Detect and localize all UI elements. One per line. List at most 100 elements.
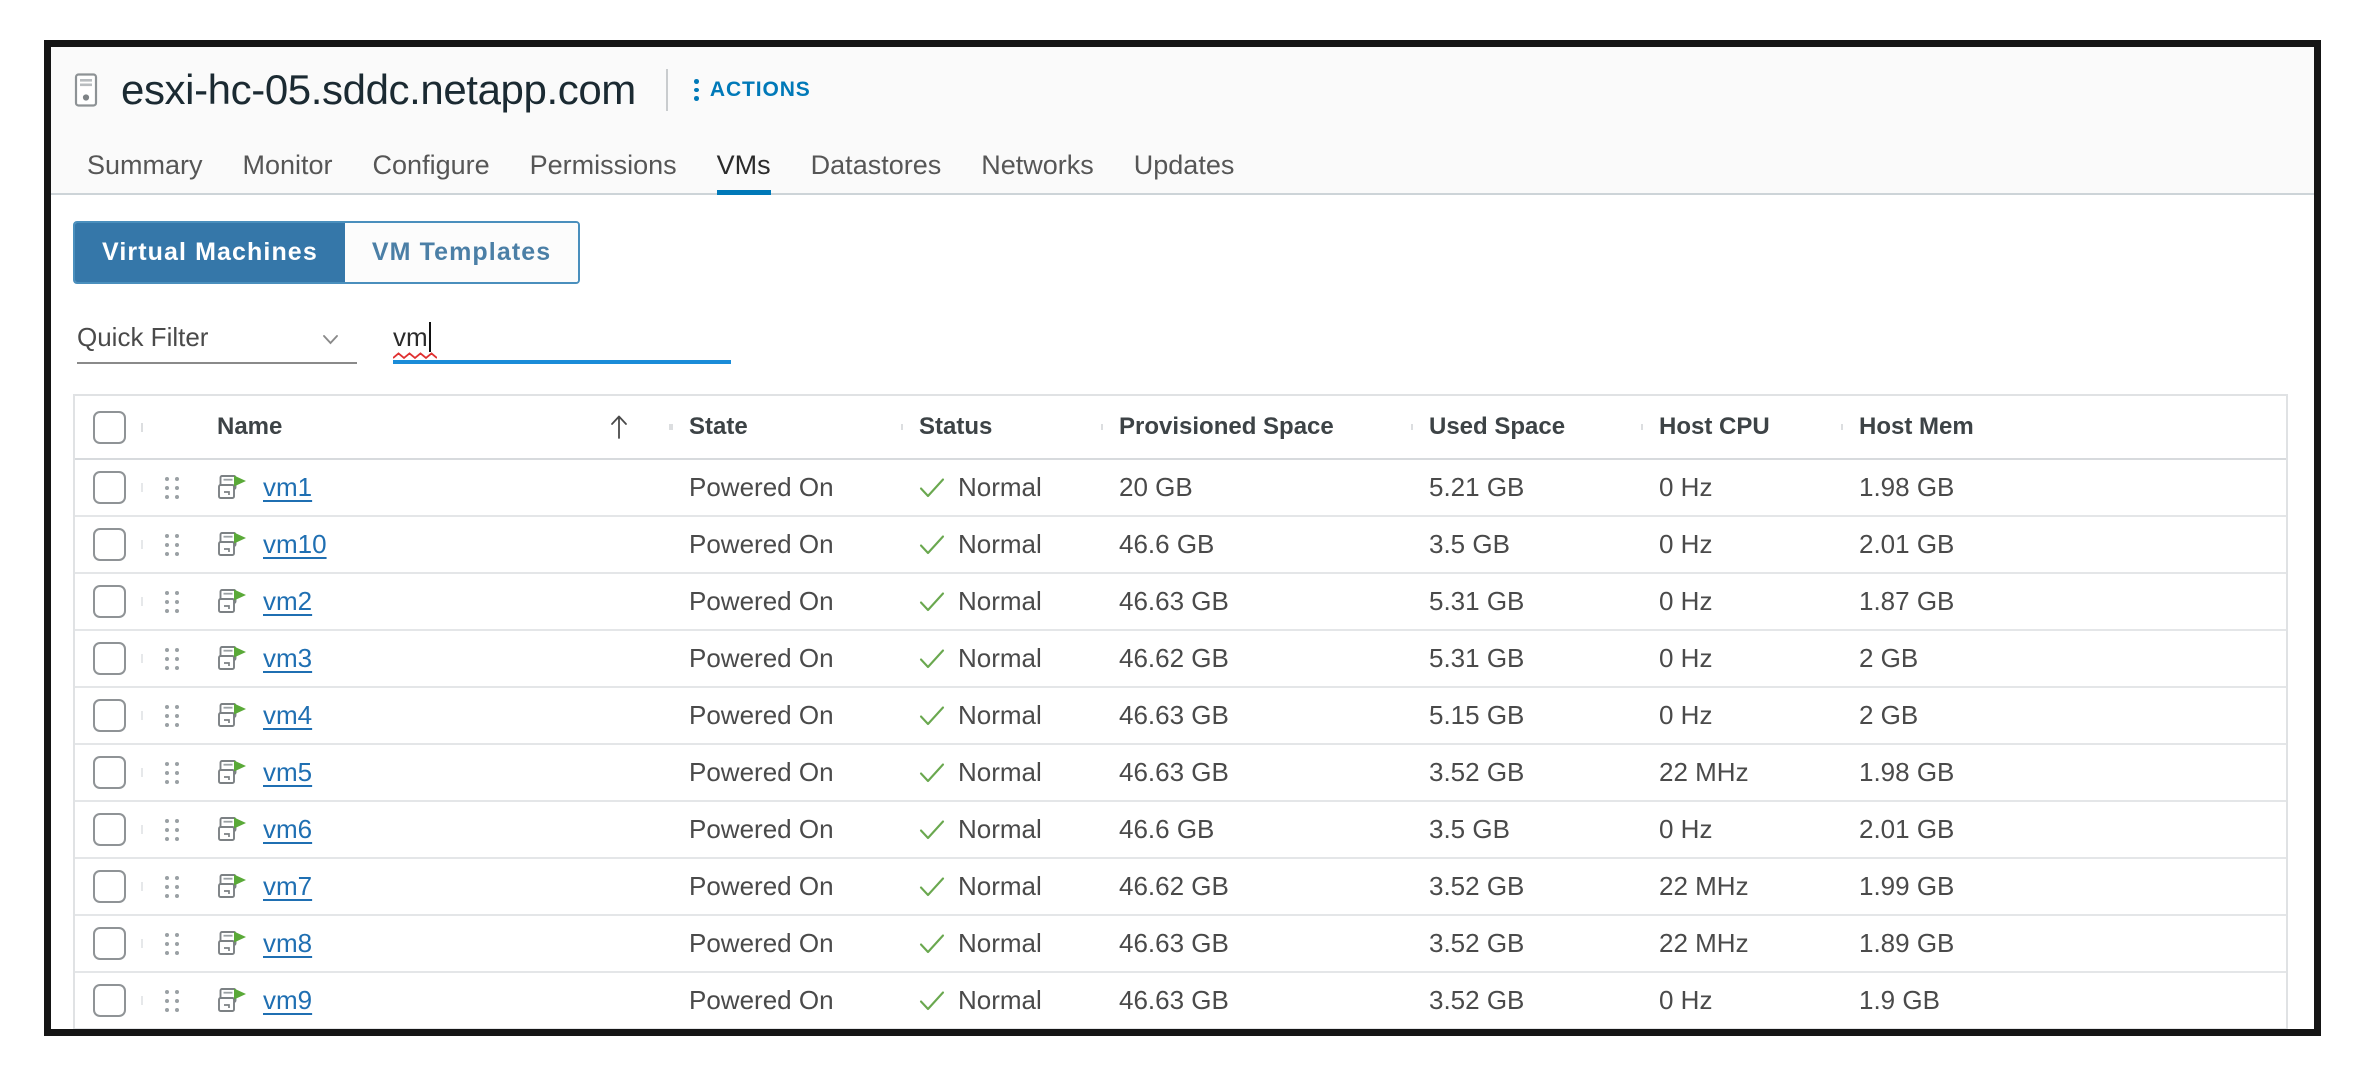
filter-search-input[interactable]: vm xyxy=(393,322,731,364)
row-provisioned-cell: 46.63 GB xyxy=(1101,757,1411,788)
row-provisioned-cell: 46.62 GB xyxy=(1101,643,1411,674)
column-header-state[interactable]: State xyxy=(671,413,901,441)
row-checkbox[interactable] xyxy=(93,870,126,903)
row-name-cell: vm3 xyxy=(201,643,671,674)
vm-name-link[interactable]: vm6 xyxy=(263,814,312,845)
actions-button[interactable]: ACTIONS xyxy=(694,78,811,102)
vm-name-link[interactable]: vm3 xyxy=(263,643,312,674)
vm-name-link[interactable]: vm5 xyxy=(263,757,312,788)
row-checkbox[interactable] xyxy=(93,927,126,960)
row-checkbox[interactable] xyxy=(93,585,126,618)
row-host-cpu: 22 MHz xyxy=(1659,928,1749,958)
green-check-icon xyxy=(919,933,945,955)
row-host-cpu: 0 Hz xyxy=(1659,586,1712,616)
row-mem-cell: 2 GB xyxy=(1841,700,2286,731)
row-name-cell: vm4 xyxy=(201,700,671,731)
row-provisioned-space: 46.6 GB xyxy=(1119,814,1214,844)
row-checkbox[interactable] xyxy=(93,699,126,732)
row-used-space: 5.31 GB xyxy=(1429,586,1524,616)
quick-filter-select[interactable]: Quick Filter xyxy=(77,322,357,364)
drag-handle-icon[interactable] xyxy=(165,990,179,1012)
table-row[interactable]: vm9 Powered On Normal 46.63 GB 3.52 GB 0… xyxy=(75,973,2286,1029)
vm-name-link[interactable]: vm9 xyxy=(263,985,312,1016)
row-host-mem: 1.89 GB xyxy=(1859,928,1954,958)
row-mem-cell: 1.98 GB xyxy=(1841,472,2286,503)
row-cpu-cell: 0 Hz xyxy=(1641,985,1841,1016)
vms-panel: Virtual Machines VM Templates Quick Filt… xyxy=(51,195,2314,1029)
column-header-host-cpu[interactable]: Host CPU xyxy=(1641,413,1841,441)
row-select-cell xyxy=(75,699,143,732)
row-status-cell: Normal xyxy=(901,700,1101,731)
primary-tab-bar: Summary Monitor Configure Permissions VM… xyxy=(51,133,2314,195)
tab-networks[interactable]: Networks xyxy=(961,152,1114,193)
row-status: Normal xyxy=(958,985,1042,1016)
row-provisioned-cell: 46.63 GB xyxy=(1101,985,1411,1016)
column-header-name[interactable]: Name xyxy=(201,413,671,441)
vm-powered-on-icon xyxy=(217,987,249,1015)
row-state: Powered On xyxy=(689,643,834,673)
drag-handle-icon[interactable] xyxy=(165,819,179,841)
tab-updates[interactable]: Updates xyxy=(1114,152,1255,193)
row-select-cell xyxy=(75,471,143,504)
green-check-icon xyxy=(919,591,945,613)
row-host-cpu: 0 Hz xyxy=(1659,985,1712,1015)
column-header-status[interactable]: Status xyxy=(901,413,1101,441)
drag-handle-icon[interactable] xyxy=(165,762,179,784)
row-mem-cell: 1.89 GB xyxy=(1841,928,2286,959)
row-state-cell: Powered On xyxy=(671,814,901,845)
drag-handle-icon[interactable] xyxy=(165,477,179,499)
tab-permissions[interactable]: Permissions xyxy=(510,152,697,193)
row-provisioned-cell: 46.63 GB xyxy=(1101,586,1411,617)
row-drag-cell xyxy=(143,534,201,556)
row-used-space: 3.5 GB xyxy=(1429,529,1510,559)
toggle-vm-templates[interactable]: VM Templates xyxy=(345,223,578,282)
drag-handle-icon[interactable] xyxy=(165,591,179,613)
row-checkbox[interactable] xyxy=(93,756,126,789)
drag-handle-icon[interactable] xyxy=(165,876,179,898)
column-header-used[interactable]: Used Space xyxy=(1411,413,1641,441)
row-checkbox[interactable] xyxy=(93,813,126,846)
row-name-cell: vm2 xyxy=(201,586,671,617)
vm-name-link[interactable]: vm2 xyxy=(263,586,312,617)
row-checkbox[interactable] xyxy=(93,471,126,504)
table-row[interactable]: vm7 Powered On Normal 46.62 GB 3.52 GB 2… xyxy=(75,859,2286,916)
toggle-virtual-machines[interactable]: Virtual Machines xyxy=(75,223,345,282)
select-all-checkbox[interactable] xyxy=(93,411,126,444)
table-row[interactable]: vm4 Powered On Normal 46.63 GB 5.15 GB 0… xyxy=(75,688,2286,745)
tab-datastores[interactable]: Datastores xyxy=(791,152,962,193)
vm-name-link[interactable]: vm7 xyxy=(263,871,312,902)
column-header-provisioned[interactable]: Provisioned Space xyxy=(1101,413,1411,441)
drag-handle-icon[interactable] xyxy=(165,933,179,955)
table-row[interactable]: vm10 Powered On Normal 46.6 GB 3.5 GB 0 … xyxy=(75,517,2286,574)
table-row[interactable]: vm1 Powered On Normal 20 GB 5.21 GB 0 Hz… xyxy=(75,460,2286,517)
table-row[interactable]: vm3 Powered On Normal 46.62 GB 5.31 GB 0… xyxy=(75,631,2286,688)
drag-handle-icon[interactable] xyxy=(165,705,179,727)
table-row[interactable]: vm6 Powered On Normal 46.6 GB 3.5 GB 0 H… xyxy=(75,802,2286,859)
row-state-cell: Powered On xyxy=(671,529,901,560)
tab-vms[interactable]: VMs xyxy=(697,152,791,193)
row-checkbox[interactable] xyxy=(93,984,126,1017)
row-provisioned-space: 20 GB xyxy=(1119,472,1193,502)
row-status-cell: Normal xyxy=(901,928,1101,959)
column-header-host-mem[interactable]: Host Mem xyxy=(1841,413,2286,441)
tab-monitor[interactable]: Monitor xyxy=(223,152,353,193)
tab-configure[interactable]: Configure xyxy=(353,152,510,193)
table-row[interactable]: vm5 Powered On Normal 46.63 GB 3.52 GB 2… xyxy=(75,745,2286,802)
row-checkbox[interactable] xyxy=(93,528,126,561)
drag-handle-icon[interactable] xyxy=(165,648,179,670)
table-row[interactable]: vm8 Powered On Normal 46.63 GB 3.52 GB 2… xyxy=(75,916,2286,973)
drag-handle-icon[interactable] xyxy=(165,534,179,556)
row-checkbox[interactable] xyxy=(93,642,126,675)
vm-name-link[interactable]: vm8 xyxy=(263,928,312,959)
vm-name-link[interactable]: vm4 xyxy=(263,700,312,731)
tab-summary[interactable]: Summary xyxy=(67,152,223,193)
vm-powered-on-icon xyxy=(217,930,249,958)
table-row[interactable]: vm2 Powered On Normal 46.63 GB 5.31 GB 0… xyxy=(75,574,2286,631)
row-host-mem: 2.01 GB xyxy=(1859,529,1954,559)
row-drag-cell xyxy=(143,762,201,784)
row-mem-cell: 1.98 GB xyxy=(1841,757,2286,788)
vm-name-link[interactable]: vm1 xyxy=(263,472,312,503)
vm-name-link[interactable]: vm10 xyxy=(263,529,327,560)
row-select-cell xyxy=(75,870,143,903)
select-all-cell xyxy=(75,411,143,444)
